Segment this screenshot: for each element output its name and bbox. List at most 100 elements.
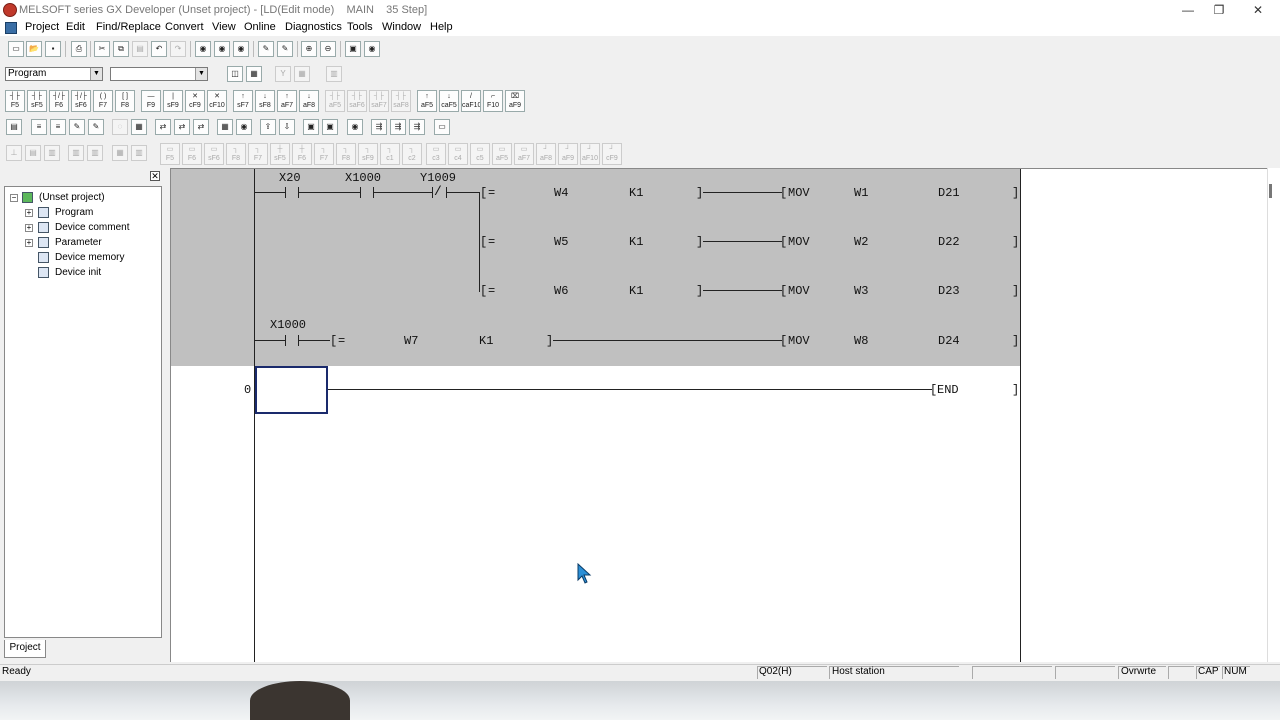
window-icon[interactable]: ▭ <box>434 119 450 135</box>
expand-icon[interactable]: + <box>25 224 33 232</box>
menu-diagnostics[interactable]: Diagnostics <box>285 21 342 33</box>
device-batch-icon[interactable]: ▦ <box>217 119 233 135</box>
paste-icon[interactable]: ▤ <box>132 41 148 57</box>
collapse-icon[interactable]: − <box>10 194 18 202</box>
delete-vertical-icon[interactable]: ✕ cF10 <box>207 90 227 112</box>
grid-icon[interactable]: ▥ <box>326 66 342 82</box>
print-icon[interactable]: ⎙ <box>71 41 87 57</box>
closed-contact-icon[interactable]: ┤/├ F6 <box>49 90 69 112</box>
find-device-icon[interactable]: ◉ <box>195 41 211 57</box>
sfc-symbol-icon[interactable]: ▭ aF5 <box>492 143 512 165</box>
alias-icon[interactable]: ✎ <box>88 119 104 135</box>
menu-edit[interactable]: Edit <box>66 21 85 33</box>
menu-find-replace[interactable]: Find/Replace <box>96 21 161 33</box>
filter-icon[interactable]: Y <box>275 66 291 82</box>
partial-run-icon[interactable]: ⇶ <box>409 119 425 135</box>
open-contact-icon[interactable]: ┤├ F5 <box>5 90 25 112</box>
disabled-symbol-icon[interactable]: ┤├ saF8 <box>391 90 411 112</box>
write-plc-icon[interactable]: ✎ <box>258 41 274 57</box>
convert-online-icon[interactable]: ⇄ <box>193 119 209 135</box>
redo-icon[interactable]: ↷ <box>170 41 186 57</box>
tree-item-device-init[interactable]: Device init <box>55 267 101 278</box>
invert-icon[interactable]: / caF10 <box>461 90 481 112</box>
open-folder-icon[interactable]: 📂 <box>26 41 42 57</box>
coil-icon[interactable]: ( ) F7 <box>93 90 113 112</box>
rising-edge-icon[interactable]: ↑ sF7 <box>233 90 253 112</box>
sfc-symbol-icon[interactable]: ┐ F8 <box>336 143 356 165</box>
sfc-symbol-icon[interactable]: ▭ c4 <box>448 143 468 165</box>
step-run-icon[interactable]: ⇶ <box>371 119 387 135</box>
expand-icon[interactable]: + <box>25 239 33 247</box>
menu-help[interactable]: Help <box>430 21 453 33</box>
sfc-symbol-icon[interactable]: ┘ cF9 <box>602 143 622 165</box>
monitor-icon[interactable]: ▣ <box>345 41 361 57</box>
menu-online[interactable]: Online <box>244 21 276 33</box>
sfc-symbol-icon[interactable]: ┼ sF5 <box>270 143 290 165</box>
edit-cursor[interactable] <box>255 366 328 414</box>
horizontal-line-icon[interactable]: — F9 <box>141 90 161 112</box>
close-icon[interactable]: ✕ <box>150 171 160 181</box>
pulse-down-icon[interactable]: ↓ caF5 <box>439 90 459 112</box>
tab-project[interactable]: Project <box>4 640 46 658</box>
sfc-jump-icon[interactable]: ▥ <box>44 145 60 161</box>
sfc-symbol-icon[interactable]: ┐ F7 <box>248 143 268 165</box>
sfc-symbol-icon[interactable]: ┘ aF8 <box>536 143 556 165</box>
sfc-symbol-icon[interactable]: ┼ F6 <box>292 143 312 165</box>
find-step-icon[interactable]: ◉ <box>233 41 249 57</box>
tree-item-device-memory[interactable]: Device memory <box>55 252 124 263</box>
pulse-up-icon[interactable]: ↑ aF5 <box>417 90 437 112</box>
sfc-merge-icon[interactable]: ▦ <box>112 145 128 161</box>
plc-read-icon[interactable]: ⇩ <box>279 119 295 135</box>
sfc-symbol-icon[interactable]: ▭ aF7 <box>514 143 534 165</box>
delete-horizontal-icon[interactable]: ✕ cF9 <box>185 90 205 112</box>
sfc-symbol-icon[interactable]: ▭ F5 <box>160 143 180 165</box>
note-icon[interactable]: ✎ <box>69 119 85 135</box>
tree-item-device-comment[interactable]: Device comment <box>55 222 129 233</box>
read-plc-icon[interactable]: ✎ <box>277 41 293 57</box>
sfc-step-icon[interactable]: ⊥ <box>6 145 22 161</box>
statement-icon[interactable]: ≡ <box>50 119 66 135</box>
falling-branch-icon[interactable]: ↓ aF8 <box>299 90 319 112</box>
sampling-icon[interactable]: ▦ <box>131 119 147 135</box>
convert-all-icon[interactable]: ⇄ <box>174 119 190 135</box>
trace-icon[interactable]: ◌ <box>112 119 128 135</box>
monitor-mode-icon[interactable]: ▣ <box>303 119 319 135</box>
menu-project[interactable]: Project <box>25 21 59 33</box>
zoom-out-icon[interactable]: ⊖ <box>320 41 336 57</box>
device-test-icon[interactable]: ◉ <box>347 119 363 135</box>
sfc-symbol-icon[interactable]: ▭ c3 <box>426 143 446 165</box>
undo-icon[interactable]: ↶ <box>151 41 167 57</box>
zoom-in-icon[interactable]: ⊕ <box>301 41 317 57</box>
sfc-symbol-icon[interactable]: ▭ F6 <box>182 143 202 165</box>
monitor-write-icon[interactable]: ▣ <box>322 119 338 135</box>
program-name-select[interactable]: ▼ <box>110 67 208 81</box>
monitor-search-icon[interactable]: ◉ <box>364 41 380 57</box>
vertical-scrollbar[interactable] <box>1267 168 1280 662</box>
menu-view[interactable]: View <box>212 21 236 33</box>
open-branch-icon[interactable]: ┤├ sF5 <box>27 90 47 112</box>
line-draw-icon[interactable]: ⌐ F10 <box>483 90 503 112</box>
scrollbar-thumb[interactable] <box>1269 184 1272 198</box>
line-delete-icon[interactable]: ⌧ aF9 <box>505 90 525 112</box>
save-icon[interactable]: ▪ <box>45 41 61 57</box>
find-instruction-icon[interactable]: ◉ <box>214 41 230 57</box>
minimize-button[interactable]: — <box>1178 2 1198 18</box>
sfc-end-icon[interactable]: ▥ <box>68 145 84 161</box>
expand-icon[interactable]: + <box>25 209 33 217</box>
disabled-symbol-icon[interactable]: ┤├ aF5 <box>325 90 345 112</box>
sfc-branch-icon[interactable]: ▥ <box>87 145 103 161</box>
disabled-symbol-icon[interactable]: ┤├ saF6 <box>347 90 367 112</box>
cut-icon[interactable]: ✂ <box>94 41 110 57</box>
vertical-line-icon[interactable]: | sF9 <box>163 90 183 112</box>
program-type-select[interactable]: Program ▼ <box>5 67 103 81</box>
sfc-transition-icon[interactable]: ▤ <box>25 145 41 161</box>
list-view-icon[interactable]: ▦ <box>246 66 262 82</box>
sfc-symbol-icon[interactable]: ┐ sF9 <box>358 143 378 165</box>
application-instruction-icon[interactable]: [ ] F8 <box>115 90 135 112</box>
sfc-symbol-icon[interactable]: ▭ sF6 <box>204 143 224 165</box>
falling-edge-icon[interactable]: ↓ sF8 <box>255 90 275 112</box>
close-button[interactable]: ✕ <box>1248 2 1268 18</box>
entry-monitor-icon[interactable]: ◉ <box>236 119 252 135</box>
menu-tools[interactable]: Tools <box>347 21 373 33</box>
sfc-symbol-icon[interactable]: ┘ aF10 <box>580 143 600 165</box>
